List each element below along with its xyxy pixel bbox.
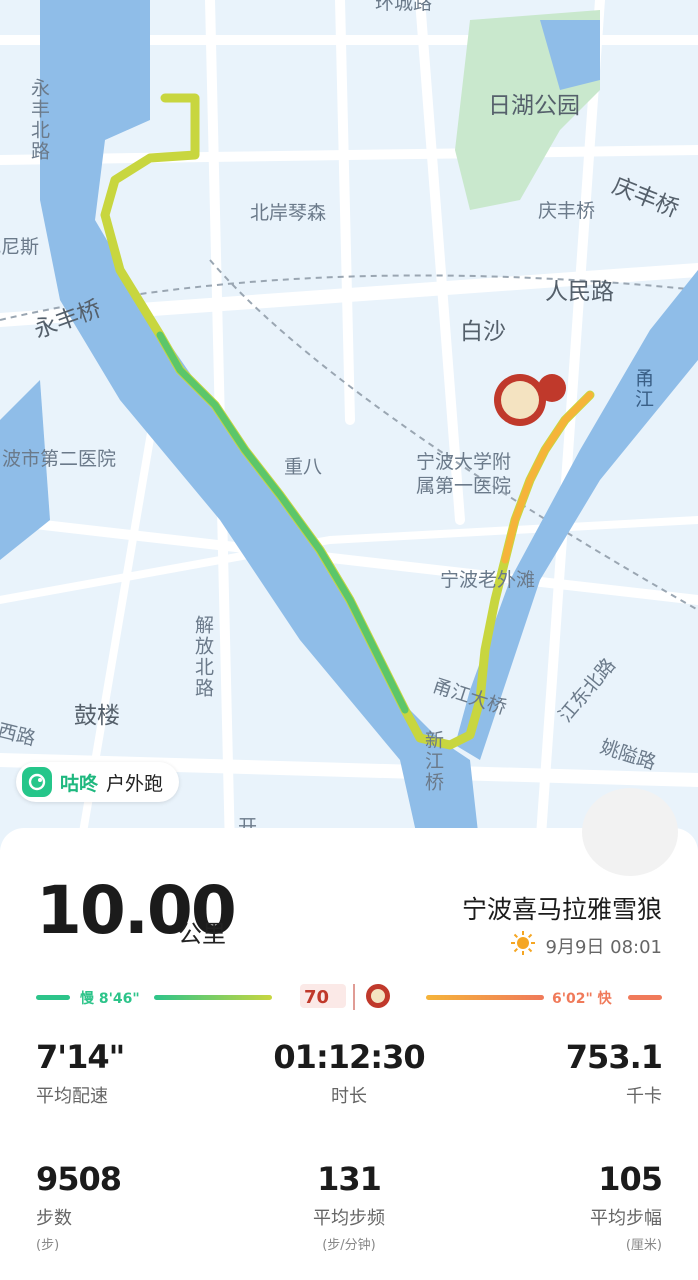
map-label-baisha: 白沙 [460, 319, 506, 345]
stride-label: 平均步幅 [590, 1208, 662, 1229]
app-name: 咕咚 [60, 772, 99, 795]
map-label-gulou: 鼓楼 [74, 703, 120, 729]
stat-avg-pace: 7'14" 平均配速 [36, 1038, 125, 1108]
cadence-label: 平均步频 [313, 1208, 385, 1229]
steps-value: 9508 [36, 1160, 122, 1198]
team-name[interactable]: 宁波喜马拉雅雪狼 [462, 890, 662, 926]
steps-label: 步数 [36, 1208, 72, 1229]
stat-steps: 9508 步数 (步) [36, 1160, 122, 1253]
sunny-weather-icon [510, 930, 536, 961]
duration-value: 01:12:30 [273, 1038, 425, 1076]
calories-label: 千卡 [626, 1086, 662, 1107]
map-label-rihu-park: 日湖公园 [488, 93, 580, 119]
svg-text:70: 70 [304, 987, 329, 1008]
pace-fast-label: 6'02" 快 [552, 991, 612, 1007]
route-map[interactable]: 环城路 日湖公园 永丰北路 北岸琴森 庆丰桥 庆丰桥 威尼斯 永丰桥 人民路 白… [0, 0, 698, 850]
map-label-huanchenglu: 环城路 [375, 0, 433, 14]
map-label-xijiang-bridge: 新江桥 [422, 730, 444, 793]
avg-pace-label: 平均配速 [36, 1086, 108, 1107]
map-label-laowaitan: 宁波老外滩 [440, 569, 536, 591]
map-label-chongba: 重八 [284, 456, 323, 478]
stat-stride: 105 平均步幅 (厘米) [590, 1160, 663, 1253]
app-badge: 咕咚 户外跑 [16, 762, 180, 802]
map-label-yongfeng-north: 永丰北路 [28, 78, 50, 162]
map-label-yongjiang: 甬江 [632, 368, 654, 410]
steps-unit: (步) [36, 1238, 60, 1253]
map-label-jiefang-north: 解放北路 [192, 615, 214, 699]
run-date: 9月9日 08:01 [545, 936, 663, 958]
event-logo-icon: 70 [300, 984, 390, 1010]
duration-label: 时长 [331, 1086, 367, 1107]
date-row: 9月9日 08:01 [510, 930, 663, 961]
stat-duration: 01:12:30 时长 [249, 1038, 449, 1108]
cadence-value: 131 [317, 1160, 382, 1198]
stat-calories: 753.1 千卡 [565, 1038, 663, 1108]
map-label-renmin-road: 人民路 [545, 279, 614, 305]
stride-value: 105 [598, 1160, 663, 1198]
pace-slow-label: 慢 8'46" [80, 991, 140, 1007]
map-label-hospital2: 波市第二医院 [2, 448, 117, 470]
codoon-logo-icon [22, 767, 52, 797]
avg-pace-value: 7'14" [36, 1038, 125, 1076]
map-label-beian-qinsen: 北岸琴森 [250, 202, 327, 224]
map-label-ningbo-uni-hospital: 宁波大学附属第一医院 [416, 451, 512, 497]
map-toggle-button[interactable] [582, 788, 678, 876]
stat-cadence: 131 平均步频 (步/分钟) [249, 1160, 449, 1253]
cadence-unit: (步/分钟) [322, 1238, 376, 1253]
activity-mode: 户外跑 [106, 772, 164, 795]
stride-unit: (厘米) [625, 1238, 662, 1253]
calories-value: 753.1 [565, 1038, 663, 1076]
map-label-qingfeng-bridge: 庆丰桥 [538, 200, 596, 222]
map-label-venice: 威尼斯 [0, 236, 40, 258]
distance-unit: 公里 [178, 920, 226, 948]
